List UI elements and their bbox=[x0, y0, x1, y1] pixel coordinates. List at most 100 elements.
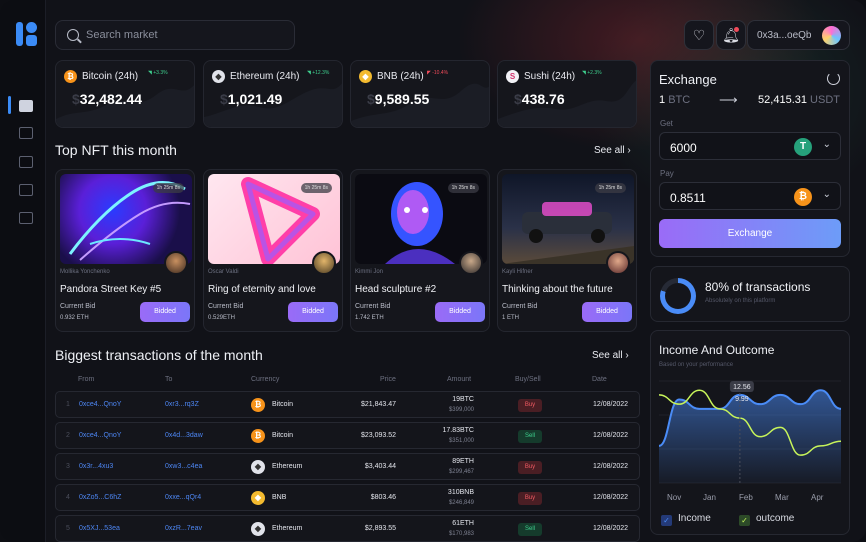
app-logo-icon bbox=[16, 22, 38, 46]
nav-market-icon[interactable] bbox=[19, 156, 33, 168]
price: $3,403.44 bbox=[364, 463, 396, 470]
to-address[interactable]: 0xw3...c4ea bbox=[165, 463, 202, 470]
nav-active-indicator bbox=[8, 96, 11, 114]
nav-home-icon[interactable] bbox=[19, 100, 33, 112]
ticker-value: $9,589.55 bbox=[367, 91, 430, 107]
progress-ring bbox=[660, 278, 696, 314]
to-address[interactable]: 0xzR...7eav bbox=[165, 525, 202, 532]
notification-dot bbox=[734, 27, 739, 32]
nft-card[interactable]: 1h 25m 8s Kayli Hifner Thinking about th… bbox=[497, 169, 637, 332]
nft-timer: 1h 25m 8s bbox=[447, 183, 479, 193]
ticker-card[interactable]: ◆ BNB (24h) ◤ -10.4% $9,589.55 bbox=[350, 60, 490, 128]
nft-title: Head sculpture #2 bbox=[355, 284, 437, 295]
chevron-down-icon[interactable]: ⌄ bbox=[823, 139, 831, 150]
favorites-button[interactable]: ♡ bbox=[684, 20, 714, 50]
legend-income[interactable]: ✓ Income bbox=[661, 513, 711, 526]
tx-see-all-link[interactable]: See all › bbox=[592, 350, 629, 361]
table-row[interactable]: 3 0x3r...4xu3 0xw3...c4ea ◆ Ethereum $3,… bbox=[55, 453, 640, 480]
ethereum-icon: ◆ bbox=[251, 522, 265, 536]
buy-badge: Buy bbox=[518, 492, 542, 505]
avatar bbox=[459, 251, 483, 275]
ticker-change: ◥ +3.3% bbox=[148, 70, 168, 76]
ticker-card[interactable]: ◆ Ethereum (24h) ◥ +12.3% $1,021.49 bbox=[203, 60, 343, 128]
x-tick-label: Mar bbox=[775, 493, 789, 502]
nft-timer: 1h 25m 8s bbox=[300, 183, 332, 193]
ticker-card[interactable]: ₿ Bitcoin (24h) ◥ +3.3% $32,482.44 bbox=[55, 60, 195, 128]
nft-author: Mollika Yonchenko bbox=[60, 269, 110, 275]
chart-subtitle: Based on your performance bbox=[659, 362, 734, 368]
pay-amount-field[interactable]: 0.8511 ₿ ⌄ bbox=[659, 182, 841, 210]
refresh-icon[interactable] bbox=[827, 72, 840, 85]
nft-card[interactable]: 1h 25m 8s Mollika Yonchenko Pandora Stre… bbox=[55, 169, 195, 332]
price: $23,093.52 bbox=[360, 432, 396, 439]
bidded-button[interactable]: Bidded bbox=[435, 302, 485, 322]
chevron-right-icon: › bbox=[625, 350, 629, 361]
nft-bid-label: Current Bid bbox=[60, 303, 96, 310]
chevron-down-icon[interactable]: ⌄ bbox=[823, 189, 831, 200]
legend-outcome[interactable]: ✓ outcome bbox=[739, 513, 794, 526]
tooltip-value: 9.99 bbox=[735, 396, 749, 403]
nav-gallery-icon[interactable] bbox=[19, 127, 33, 139]
table-row[interactable]: 1 0xce4...QnoY 0xr3...rq3Z ₿ Bitcoin $21… bbox=[55, 391, 640, 418]
nft-card[interactable]: 1h 25m 8s Oscar Valdi Ring of eternity a… bbox=[203, 169, 343, 332]
bidded-button[interactable]: Bidded bbox=[288, 302, 338, 322]
from-address[interactable]: 0xce4...QnoY bbox=[79, 432, 121, 439]
x-tick-label: Feb bbox=[739, 493, 753, 502]
nft-bid-value: 0.529ETH bbox=[208, 315, 236, 321]
row-index: 2 bbox=[66, 432, 70, 439]
bitcoin-icon: ₿ bbox=[794, 188, 812, 206]
bitcoin-icon: ₿ bbox=[251, 429, 265, 443]
nav-collections-icon[interactable] bbox=[19, 184, 33, 196]
bidded-button[interactable]: Bidded bbox=[582, 302, 632, 322]
amount: 61ETH $170,983 bbox=[448, 520, 474, 537]
bidded-button[interactable]: Bidded bbox=[140, 302, 190, 322]
from-address[interactable]: 0xce4...QnoY bbox=[79, 401, 121, 408]
nft-timer: 1h 25m 8s bbox=[152, 183, 184, 193]
wallet-button[interactable]: 0x3a...oeQb bbox=[747, 20, 850, 50]
table-row[interactable]: 2 0xce4...QnoY 0x4d...3daw ₿ Bitcoin $23… bbox=[55, 422, 640, 449]
table-row[interactable]: 4 0xZo5...C6hZ 0xxe...qQr4 ◆ BNB $803.46… bbox=[55, 484, 640, 511]
arrow-right-icon: ⟶ bbox=[719, 92, 738, 107]
pay-amount-value: 0.8511 bbox=[670, 191, 706, 205]
from-address[interactable]: 0x5XJ...53ea bbox=[79, 525, 120, 532]
exchange-button[interactable]: Exchange bbox=[659, 219, 841, 248]
checkbox-icon: ✓ bbox=[739, 515, 750, 526]
amount: 19BTC $399,000 bbox=[448, 396, 474, 413]
to-address[interactable]: 0xr3...rq3Z bbox=[165, 401, 199, 408]
nft-title: Pandora Street Key #5 bbox=[60, 284, 162, 295]
nft-card[interactable]: 1h 25m 8s Kimmi Jon Head sculpture #2 Cu… bbox=[350, 169, 490, 332]
price: $2,893.55 bbox=[364, 525, 396, 532]
nft-bid-value: 1 ETH bbox=[502, 315, 520, 321]
bitcoin-icon: ₿ bbox=[64, 70, 77, 83]
tether-icon: T bbox=[794, 138, 812, 156]
amount: 17.83BTC $351,000 bbox=[442, 427, 474, 444]
amount: 89ETH $299,467 bbox=[448, 458, 474, 475]
income-chart: 12.56 9.99 Nov Jan Feb Mar Apr bbox=[658, 380, 842, 502]
ethereum-icon: ◆ bbox=[212, 70, 225, 83]
nft-author: Kimmi Jon bbox=[355, 269, 384, 275]
nft-author: Oscar Valdi bbox=[208, 269, 239, 275]
ticker-card[interactable]: S Sushi (24h) ◥ +2.3% $438.76 bbox=[497, 60, 637, 128]
nft-bid-label: Current Bid bbox=[355, 303, 391, 310]
col-header-from: From bbox=[78, 376, 95, 383]
search-input[interactable] bbox=[86, 21, 286, 49]
buy-badge: Buy bbox=[518, 461, 542, 474]
ticker-name: Ethereum (24h) bbox=[230, 71, 300, 82]
transactions-stat-panel: 80% of transactions Absolutely on this p… bbox=[650, 266, 850, 322]
x-tick-label: Nov bbox=[667, 493, 681, 502]
currency-name: Ethereum bbox=[272, 525, 303, 532]
nav-settings-icon[interactable] bbox=[19, 212, 33, 224]
from-address[interactable]: 0xZo5...C6hZ bbox=[79, 494, 121, 501]
search-bar[interactable] bbox=[55, 20, 295, 50]
to-address[interactable]: 0x4d...3daw bbox=[165, 432, 203, 439]
notifications-button[interactable]: 🔔︎ bbox=[716, 20, 746, 50]
from-address[interactable]: 0x3r...4xu3 bbox=[79, 463, 113, 470]
to-address[interactable]: 0xxe...qQr4 bbox=[165, 494, 201, 501]
nft-see-all-link[interactable]: See all › bbox=[594, 145, 631, 156]
date: 12/08/2022 bbox=[593, 463, 629, 470]
wallet-address: 0x3a...oeQb bbox=[757, 30, 812, 41]
table-row[interactable]: 5 0x5XJ...53ea 0xzR...7eav ◆ Ethereum $2… bbox=[55, 515, 640, 542]
ticker-value: $32,482.44 bbox=[72, 91, 143, 107]
x-tick-label: Jan bbox=[703, 493, 716, 502]
get-amount-field[interactable]: 6000 T ⌄ bbox=[659, 132, 841, 160]
